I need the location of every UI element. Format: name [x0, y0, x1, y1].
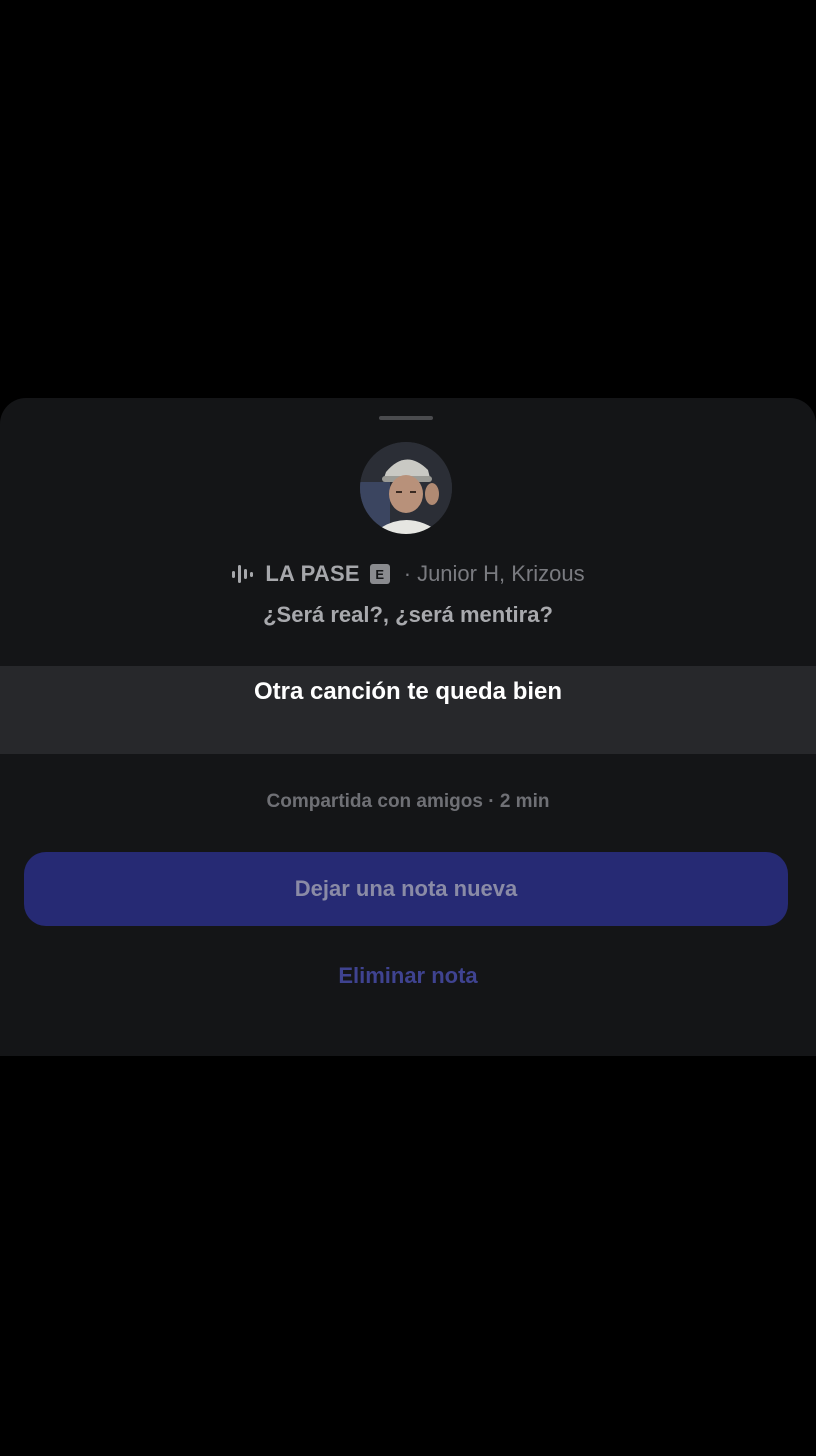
explicit-badge: E: [369, 564, 390, 584]
note-meta: Compartida con amigos · 2 min: [266, 791, 550, 812]
lyric-snippet: ¿Será real?, ¿será mentira?: [263, 602, 553, 627]
avatar[interactable]: [360, 442, 452, 534]
note-text: Otra canción te queda bien: [253, 678, 563, 705]
note-bottom-sheet: LA PASE E · Junior H, Krizous ¿Será real…: [0, 398, 816, 1056]
avatar-photo: [360, 442, 452, 534]
track-artists: Junior H, Krizous: [417, 561, 585, 586]
track-separator: ·: [403, 561, 412, 586]
equalizer-icon: [231, 563, 254, 585]
leave-new-note-button[interactable]: Dejar una nota nueva: [24, 852, 788, 926]
note-band: Otra canción te queda bien: [0, 666, 816, 754]
track-title: LA PASE: [265, 561, 360, 586]
delete-note-button[interactable]: Eliminar nota: [258, 956, 558, 996]
track-info-row[interactable]: LA PASE E · Junior H, Krizous: [0, 558, 816, 590]
sheet-drag-handle[interactable]: [379, 416, 433, 420]
